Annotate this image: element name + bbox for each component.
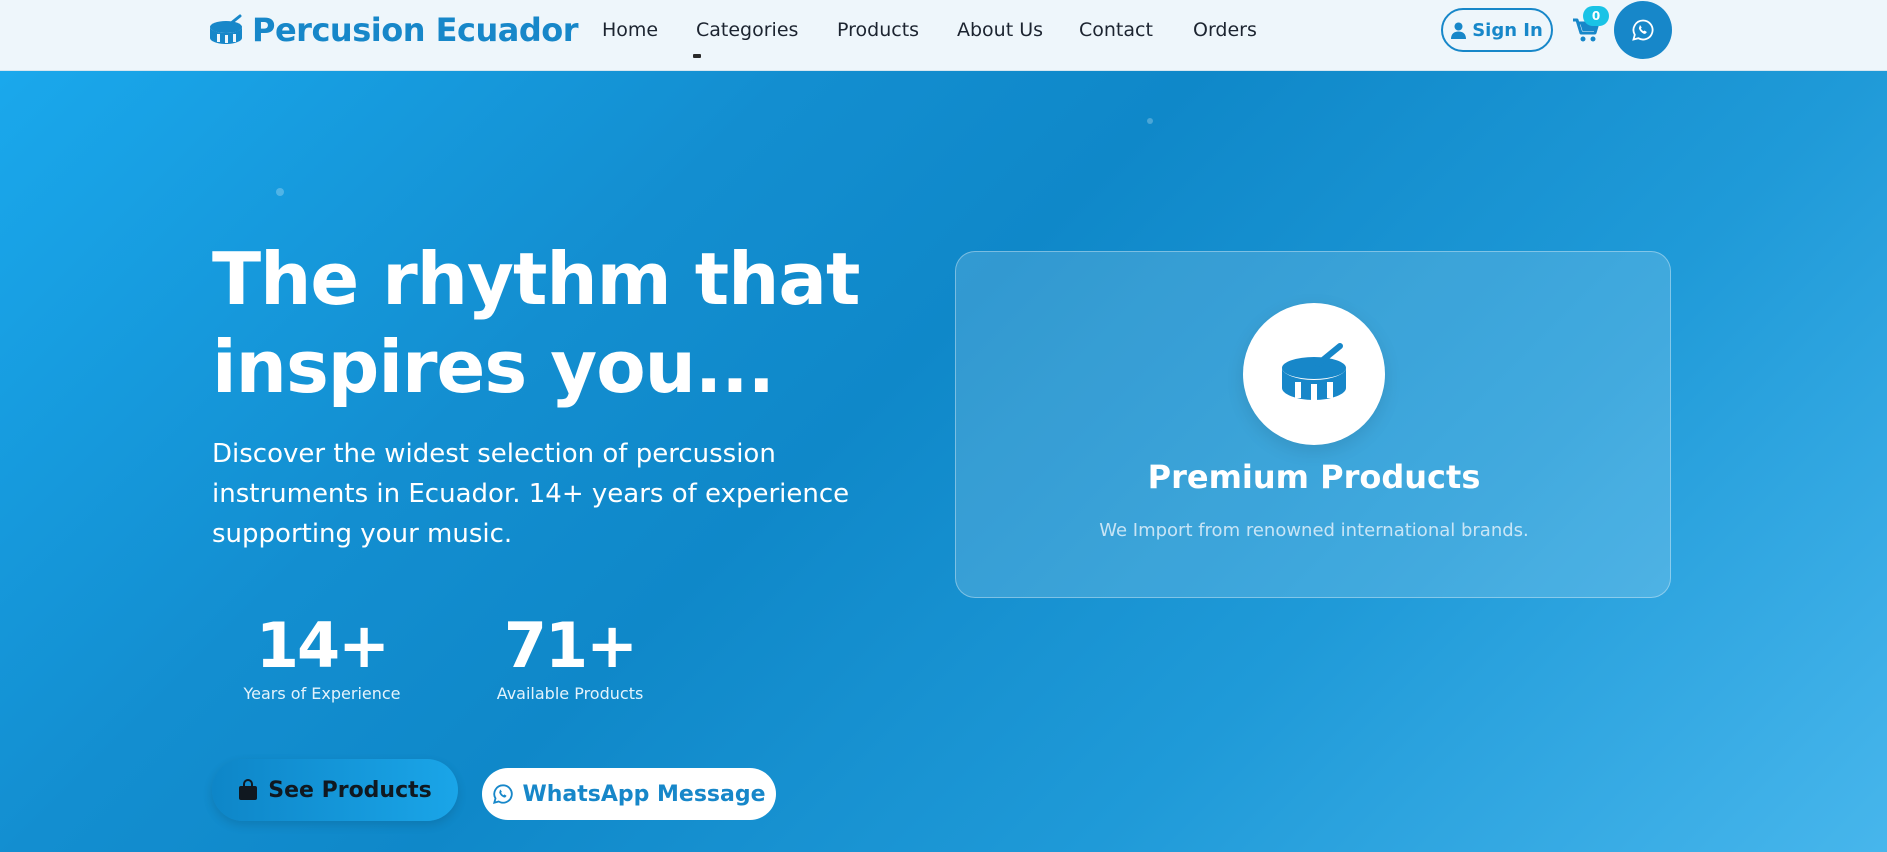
nav-products[interactable]: Products: [837, 14, 919, 46]
card-title: Premium Products: [1147, 458, 1481, 496]
hero-section: The rhythm that inspires you... Discover…: [0, 71, 1887, 852]
stat-years-value: 14+: [255, 609, 390, 682]
nav-orders[interactable]: Orders: [1193, 14, 1257, 46]
categories-dropdown-caret: [693, 54, 701, 58]
nav-about-us[interactable]: About Us: [957, 14, 1043, 46]
brand-logo[interactable]: Percusion Ecuador: [208, 8, 578, 52]
decor-dot: [276, 188, 284, 196]
stat-products-label: Available Products: [496, 684, 644, 703]
nav-categories[interactable]: Categories: [696, 14, 798, 46]
drum-icon: [208, 14, 244, 46]
site-header: Percusion Ecuador Home Categories Produc…: [0, 0, 1887, 71]
whatsapp-message-button[interactable]: WhatsApp Message: [482, 768, 776, 820]
sign-in-label: Sign In: [1472, 19, 1543, 41]
sign-in-button[interactable]: Sign In: [1441, 8, 1553, 52]
user-icon: [1451, 22, 1467, 39]
whatsapp-message-label: WhatsApp Message: [522, 781, 766, 807]
premium-products-card: Premium Products We Import from renowned…: [955, 251, 1671, 598]
stat-products-value: 71+: [503, 609, 638, 682]
stat-products: 71+ Available Products: [480, 611, 660, 705]
stat-years: 14+ Years of Experience: [232, 611, 412, 705]
cart-count-badge: 0: [1583, 6, 1609, 26]
see-products-label: See Products: [268, 777, 432, 803]
shopping-bag-icon: [239, 779, 258, 800]
whatsapp-icon: [493, 784, 514, 805]
whatsapp-header-button[interactable]: [1614, 1, 1672, 59]
nav-home[interactable]: Home: [602, 14, 658, 46]
drum-icon: [1243, 303, 1385, 445]
hero-description: Discover the widest selection of percuss…: [212, 439, 850, 549]
hero-title-line-2: inspires you...: [212, 325, 775, 409]
card-subtitle: We Import from renowned international br…: [1099, 520, 1529, 541]
decor-dot: [1147, 118, 1153, 124]
hero-title: The rhythm that inspires you...: [212, 235, 932, 411]
nav-contact[interactable]: Contact: [1079, 14, 1153, 46]
stat-years-label: Years of Experience: [243, 684, 401, 703]
see-products-button[interactable]: See Products: [212, 759, 458, 821]
hero-title-line-1: The rhythm that: [212, 237, 860, 321]
whatsapp-icon: [1632, 19, 1654, 41]
brand-name: Percusion Ecuador: [252, 11, 578, 49]
